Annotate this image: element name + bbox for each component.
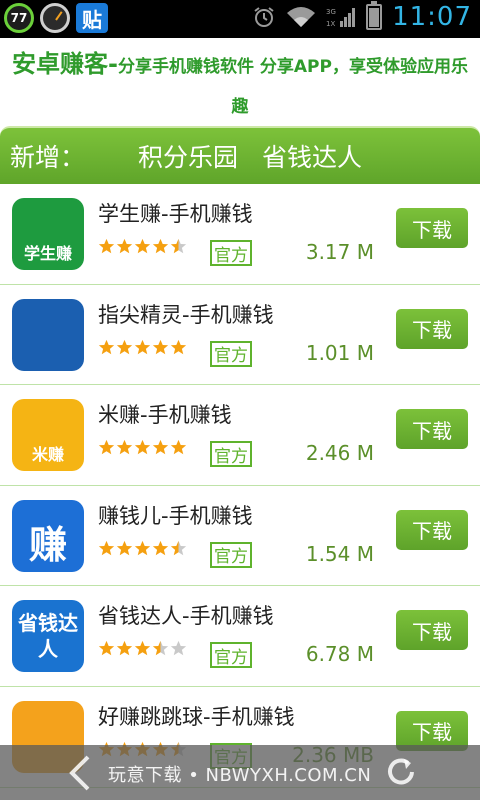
download-button[interactable]: 下载 (396, 409, 468, 450)
app-icon[interactable] (12, 298, 84, 371)
rating-stars (98, 339, 187, 356)
app-icon-label: 省钱达人 (18, 611, 78, 662)
download-button[interactable]: 下载 (396, 308, 468, 349)
app-name[interactable]: 学生赚-手机赚钱 (98, 198, 253, 228)
header-banner: 安卓赚客-分享手机赚钱软件 分享APP，享受体验应用乐 趣 (0, 38, 480, 126)
battery-icon (366, 1, 383, 30)
star-icon (170, 540, 187, 556)
star-icon (116, 540, 133, 556)
official-badge: 官方 (210, 642, 252, 669)
signal-icon: 3G 1X (326, 8, 356, 28)
star-icon (134, 440, 151, 455)
star-icon (152, 440, 169, 455)
alarm-icon (254, 7, 274, 27)
star-icon (152, 641, 169, 656)
app-name[interactable]: 赚钱儿-手机赚钱 (98, 500, 253, 530)
system-tray: 3G 1X 11:07 (252, 1, 472, 32)
app-icon[interactable]: 学生赚 (12, 198, 84, 270)
star-icon (152, 540, 169, 556)
list-item[interactable]: 赚 赚钱儿-手机赚钱 官方 1.54 M 下载 (0, 485, 480, 587)
battery-fill (369, 8, 380, 27)
app-size: 1.01 M (305, 340, 374, 365)
star-icon (152, 238, 169, 254)
star-icon (116, 339, 133, 354)
site-tagline-end: 趣 (231, 97, 249, 117)
list-item[interactable]: 学生赚 学生赚-手机赚钱 官方 3.17 M 下载 (0, 184, 480, 285)
star-icon (134, 339, 151, 354)
category-bar: 新增： 积分乐园 省钱达人 (0, 126, 480, 184)
signal-label-3g: 3G (326, 8, 336, 16)
rating-stars (98, 439, 187, 456)
app-icon[interactable]: 米赚 (12, 399, 84, 472)
app-icon-label: 学生赚 (23, 244, 72, 263)
footer-watermark: 玩意下载 • NBWYXH.COM.CN (108, 765, 372, 786)
official-badge: 官方 (210, 541, 252, 568)
counter-icon: 77 (4, 3, 34, 33)
star-icon (98, 641, 115, 656)
star-icon (170, 238, 187, 254)
clock: 11:07 (392, 2, 472, 32)
banner-line-1: 安卓赚客-分享手机赚钱软件 分享APP，享受体验应用乐 (6, 44, 474, 87)
back-icon[interactable] (66, 753, 94, 793)
app-size: 1.54 M (305, 541, 374, 566)
app-size: 6.78 M (305, 642, 374, 667)
tie-app-icon: 贴 (76, 3, 108, 33)
app-icon[interactable]: 省钱达人 (12, 600, 84, 673)
counter-value: 77 (10, 11, 28, 25)
tab-points-park[interactable]: 积分乐园 (138, 138, 238, 174)
star-icon (116, 238, 133, 254)
star-icon (170, 440, 187, 455)
star-icon (98, 238, 115, 254)
app-icon[interactable]: 赚 (12, 499, 84, 572)
rating-stars (98, 238, 187, 255)
notification-icons: 77 贴 (4, 3, 108, 33)
app-name[interactable]: 米赚-手机赚钱 (98, 399, 232, 429)
status-bar: 77 贴 3G 1X 11:07 (0, 0, 480, 38)
star-icon (134, 540, 151, 556)
app-size: 2.46 M (305, 441, 374, 466)
category-label: 新增： (10, 143, 86, 172)
site-tagline: 分享手机赚钱软件 分享APP，享受体验应用乐 (117, 57, 468, 77)
rating-stars (98, 640, 187, 657)
tab-money-saver[interactable]: 省钱达人 (262, 138, 362, 174)
download-button[interactable]: 下载 (396, 208, 468, 248)
official-badge: 官方 (210, 441, 252, 468)
app-list: 学生赚 学生赚-手机赚钱 官方 3.17 M 下载 指尖精灵-手机赚钱 官方 1… (0, 184, 480, 788)
gauge-icon (40, 3, 70, 33)
star-icon (152, 339, 169, 354)
star-icon (134, 238, 151, 254)
app-icon-label: 米赚 (31, 445, 64, 465)
list-item[interactable]: 指尖精灵-手机赚钱 官方 1.01 M 下载 (0, 284, 480, 386)
star-icon (170, 641, 187, 656)
site-title: 安卓赚客- (12, 50, 118, 78)
star-icon (116, 641, 133, 656)
official-badge: 官方 (210, 240, 252, 266)
app-name[interactable]: 好赚跳跳球-手机赚钱 (98, 701, 295, 731)
star-icon (98, 540, 115, 556)
refresh-icon[interactable] (384, 755, 418, 789)
app-name[interactable]: 指尖精灵-手机赚钱 (98, 299, 274, 329)
signal-label-1x: 1X (326, 20, 335, 28)
star-icon (116, 440, 133, 455)
app-name[interactable]: 省钱达人-手机赚钱 (98, 600, 274, 630)
wifi-icon (287, 7, 316, 27)
star-icon (170, 339, 187, 354)
banner-line-2: 趣 (6, 87, 474, 127)
download-button[interactable]: 下载 (396, 509, 468, 550)
list-item[interactable]: 省钱达人 省钱达人-手机赚钱 官方 6.78 M 下载 (0, 586, 480, 687)
tie-app-label: 贴 (82, 7, 102, 32)
download-button[interactable]: 下载 (396, 610, 468, 651)
rating-stars (98, 540, 187, 557)
star-icon (98, 440, 115, 455)
bottom-bar: 玩意下载 • NBWYXH.COM.CN (0, 745, 480, 800)
official-badge: 官方 (210, 340, 252, 367)
app-icon-label: 赚 (28, 522, 67, 567)
list-item[interactable]: 米赚 米赚-手机赚钱 官方 2.46 M 下载 (0, 385, 480, 486)
star-icon (98, 339, 115, 354)
star-icon (134, 641, 151, 656)
app-size: 3.17 M (305, 240, 374, 264)
